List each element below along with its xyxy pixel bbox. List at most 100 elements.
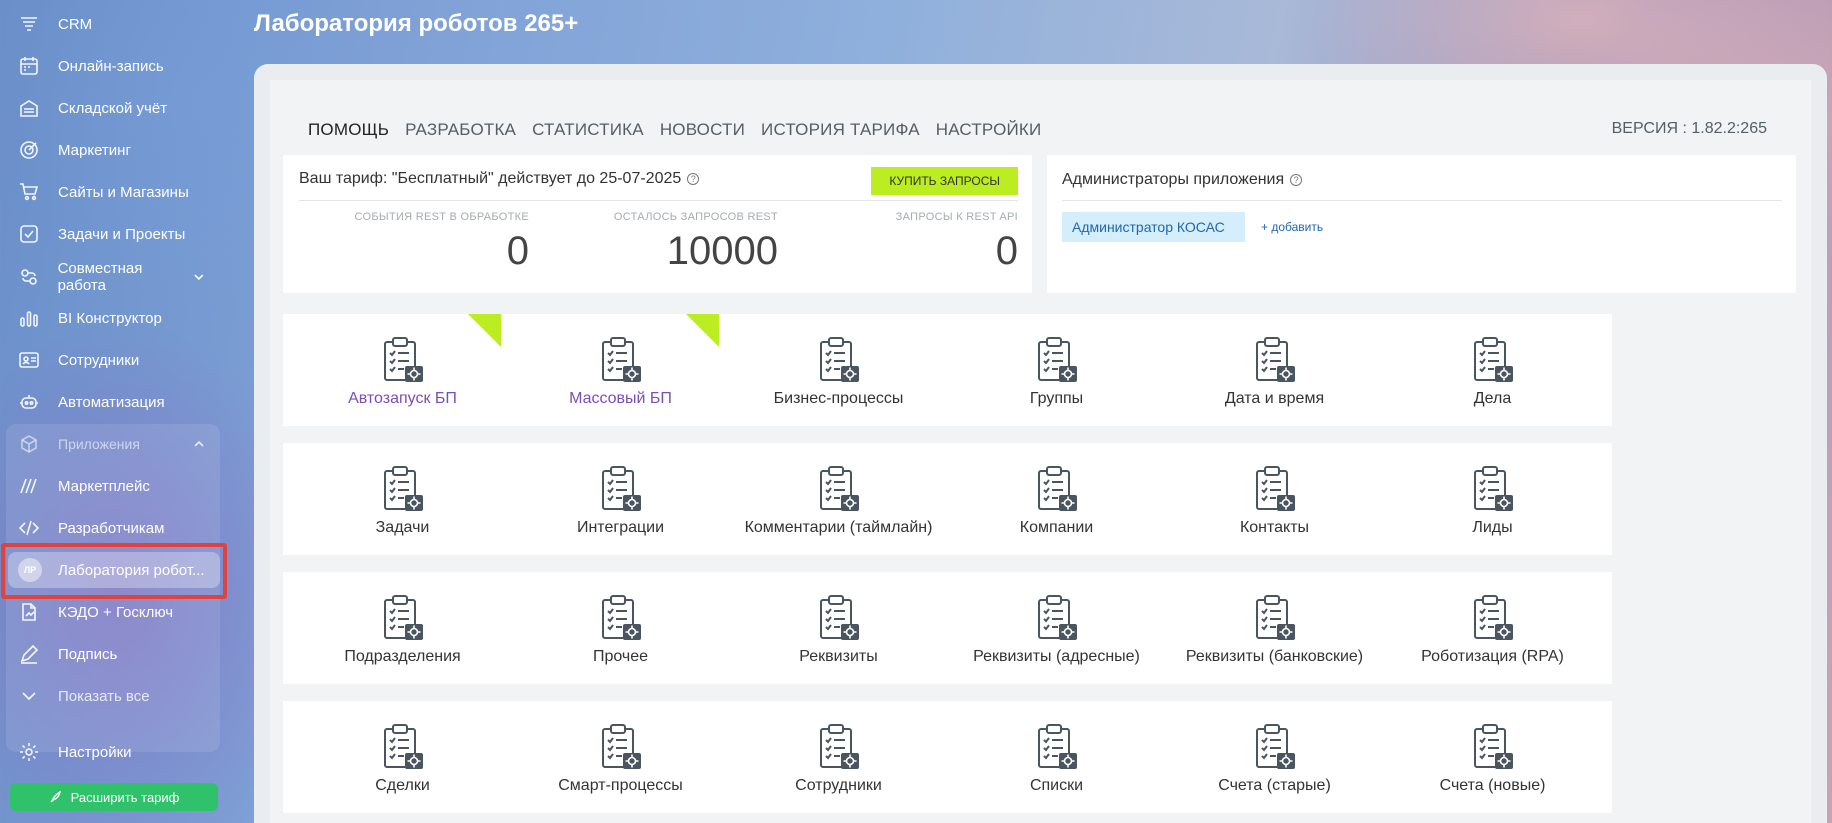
tile-label: Компании bbox=[1019, 519, 1094, 536]
tile-label: Массовый БП bbox=[569, 390, 672, 407]
category-tile[interactable]: Сотрудники bbox=[719, 701, 958, 813]
sidebar-item-tasks-projects[interactable]: Задачи и Проекты bbox=[8, 216, 220, 252]
category-tile[interactable]: Интеграции bbox=[501, 443, 740, 555]
sidebar-item-signature[interactable]: Подпись bbox=[8, 636, 220, 672]
sidebar-item-label: Сотрудники bbox=[58, 351, 140, 369]
stat-value: 0 bbox=[995, 229, 1018, 273]
sidebar-item-collaboration[interactable]: Совместная работа bbox=[8, 259, 220, 295]
bar-chart-icon bbox=[18, 307, 40, 329]
clipboard-gear-icon bbox=[381, 336, 425, 384]
sidebar-item-bi-constructor[interactable]: BI Конструктор bbox=[8, 300, 220, 336]
category-tile[interactable]: Дела bbox=[1373, 314, 1612, 426]
tariff-card: Ваш тариф: "Бесплатный" действует до 25-… bbox=[283, 155, 1032, 293]
main-panel: ПОМОЩЬ РАЗРАБОТКА СТАТИСТИКА НОВОСТИ ИСТ… bbox=[254, 64, 1827, 823]
divider bbox=[299, 200, 1018, 201]
tile-label: Дела bbox=[1473, 390, 1512, 407]
marketplace-icon bbox=[18, 475, 40, 497]
sidebar-item-developers[interactable]: Разработчикам bbox=[8, 510, 220, 546]
upgrade-label: Расширить тариф bbox=[70, 789, 180, 805]
help-icon[interactable]: ? bbox=[1290, 174, 1303, 186]
sidebar-item-marketing[interactable]: Маркетинг bbox=[8, 132, 220, 168]
sidebar-item-settings[interactable]: Настройки bbox=[8, 734, 220, 770]
tile-label: Списки bbox=[1029, 777, 1084, 794]
tab-tariff-history[interactable]: ИСТОРИЯ ТАРИФА bbox=[761, 120, 920, 140]
category-tile[interactable]: Компании bbox=[937, 443, 1176, 555]
sidebar-apps-header[interactable]: Приложения bbox=[8, 426, 220, 462]
clipboard-gear-icon bbox=[1253, 336, 1297, 384]
page-title: Лаборатория роботов 265+ bbox=[254, 10, 579, 37]
category-tile[interactable]: Роботизация (RPA) bbox=[1373, 572, 1612, 684]
clipboard-gear-icon bbox=[381, 465, 425, 513]
admins-card: Администраторы приложения ? Администрато… bbox=[1047, 155, 1796, 293]
category-tile[interactable]: Массовый БП0 bbox=[501, 314, 740, 426]
tab-bar: ПОМОЩЬ РАЗРАБОТКА СТАТИСТИКА НОВОСТИ ИСТ… bbox=[308, 120, 1041, 140]
sidebar-item-label: Автоматизация bbox=[58, 393, 165, 411]
add-admin-link[interactable]: + добавить bbox=[1261, 220, 1323, 234]
apps-group-label: Приложения bbox=[58, 436, 140, 452]
category-tile[interactable]: Списки bbox=[937, 701, 1176, 813]
stat-rest-events: СОБЫТИЯ REST В ОБРАБОТКЕ 0 bbox=[355, 211, 529, 274]
clipboard-gear-icon bbox=[1253, 465, 1297, 513]
category-tile[interactable]: Реквизиты bbox=[719, 572, 958, 684]
category-tile[interactable]: Автозапуск БП0 bbox=[283, 314, 522, 426]
clipboard-gear-icon bbox=[1035, 336, 1079, 384]
category-tile[interactable]: Прочее bbox=[501, 572, 740, 684]
sidebar-item-warehouse[interactable]: Складской учёт bbox=[8, 90, 220, 126]
sidebar-item-employees[interactable]: Сотрудники bbox=[8, 342, 220, 378]
tab-settings[interactable]: НАСТРОЙКИ bbox=[936, 120, 1042, 140]
sidebar-item-marketplace[interactable]: Маркетплейс bbox=[8, 468, 220, 504]
sidebar-show-all[interactable]: Показать все bbox=[8, 678, 220, 714]
gear-icon bbox=[18, 741, 40, 763]
category-tile[interactable]: Задачи bbox=[283, 443, 522, 555]
category-tile[interactable]: Счета (старые) bbox=[1155, 701, 1394, 813]
clipboard-gear-icon bbox=[1035, 465, 1079, 513]
tile-label: Бизнес-процессы bbox=[773, 390, 904, 407]
clipboard-gear-icon bbox=[599, 723, 643, 771]
category-tile[interactable]: Комментарии (таймлайн) bbox=[719, 443, 958, 555]
sidebar-item-label: Подпись bbox=[58, 645, 118, 663]
admin-chip[interactable]: Администратор КОСАС bbox=[1062, 212, 1245, 242]
clipboard-gear-icon bbox=[817, 465, 861, 513]
category-tile[interactable]: Счета (новые) bbox=[1373, 701, 1612, 813]
tab-statistics[interactable]: СТАТИСТИКА bbox=[532, 120, 644, 140]
tab-news[interactable]: НОВОСТИ bbox=[660, 120, 745, 140]
sidebar-item-label: BI Конструктор bbox=[58, 309, 162, 327]
tile-label: Счета (новые) bbox=[1439, 777, 1546, 794]
tab-development[interactable]: РАЗРАБОТКА bbox=[405, 120, 516, 140]
tariff-title-text: Ваш тариф: "Бесплатный" действует до 25-… bbox=[299, 170, 682, 187]
chevron-down-icon[interactable] bbox=[192, 270, 206, 284]
sidebar-item-label: Онлайн-запись bbox=[58, 57, 164, 75]
tile-label: Роботизация (RPA) bbox=[1421, 648, 1564, 665]
clipboard-gear-icon bbox=[1253, 594, 1297, 642]
category-tile[interactable]: Группы bbox=[937, 314, 1176, 426]
category-tile[interactable]: Дата и время bbox=[1155, 314, 1394, 426]
category-tile[interactable]: Контакты bbox=[1155, 443, 1394, 555]
tile-label: Интеграции bbox=[576, 519, 665, 536]
chevron-up-icon[interactable] bbox=[192, 437, 206, 451]
sidebar-item-kedo[interactable]: КЭДО + Госключ bbox=[8, 594, 220, 630]
tab-help[interactable]: ПОМОЩЬ bbox=[308, 120, 389, 140]
category-tile[interactable]: Смарт-процессы bbox=[501, 701, 740, 813]
buy-requests-button[interactable]: КУПИТЬ ЗАПРОСЫ bbox=[871, 167, 1018, 195]
sidebar-item-crm[interactable]: CRM bbox=[8, 6, 220, 42]
clipboard-gear-icon bbox=[1035, 594, 1079, 642]
clipboard-gear-icon bbox=[599, 594, 643, 642]
calendar-icon bbox=[18, 55, 40, 77]
help-icon[interactable]: ? bbox=[687, 173, 700, 185]
version-label: ВЕРСИЯ : 1.82.2:265 bbox=[1611, 120, 1767, 137]
clipboard-gear-icon bbox=[1035, 723, 1079, 771]
sidebar-item-online-booking[interactable]: Онлайн-запись bbox=[8, 48, 220, 84]
warehouse-icon bbox=[18, 97, 40, 119]
category-tile[interactable]: Лиды bbox=[1373, 443, 1612, 555]
category-tile[interactable]: Подразделения bbox=[283, 572, 522, 684]
stat-rest-api: ЗАПРОСЫ К REST API 0 bbox=[896, 211, 1018, 274]
category-tile[interactable]: Реквизиты (адресные) bbox=[937, 572, 1176, 684]
sidebar-item-sites-shops[interactable]: Сайты и Магазины bbox=[8, 174, 220, 210]
sidebar-item-label: Совместная работа bbox=[57, 260, 143, 294]
sidebar-item-automation[interactable]: Автоматизация bbox=[8, 384, 220, 420]
category-tile[interactable]: Сделки bbox=[283, 701, 522, 813]
robot-icon bbox=[18, 391, 40, 413]
upgrade-plan-button[interactable]: Расширить тариф bbox=[10, 783, 218, 811]
category-tile[interactable]: Бизнес-процессы bbox=[719, 314, 958, 426]
category-tile[interactable]: Реквизиты (банковские) bbox=[1155, 572, 1394, 684]
